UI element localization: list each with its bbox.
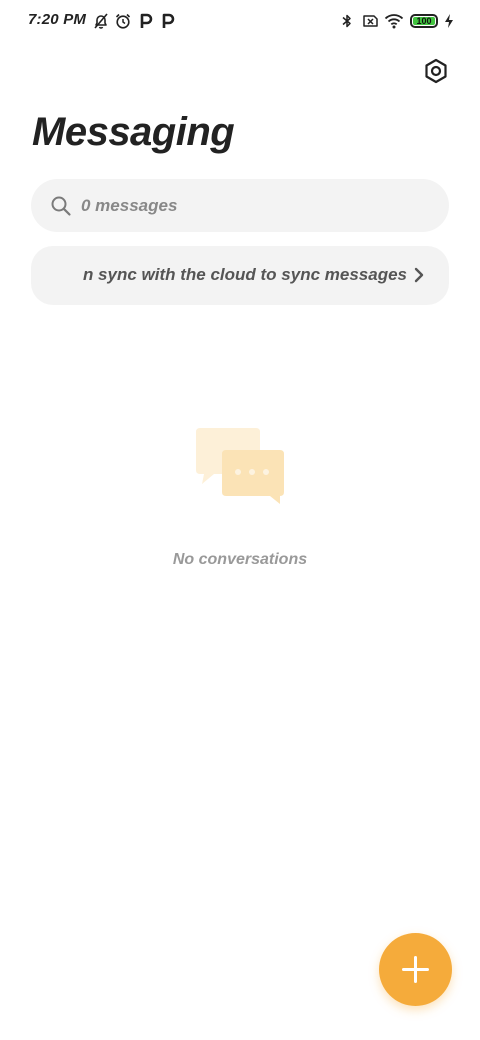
parking-icon bbox=[137, 12, 155, 30]
battery-level: 100 bbox=[416, 16, 432, 26]
messaging-screen: 7:20 PM 100 Messaging 0 messages n sync … bbox=[0, 0, 480, 1040]
wifi-icon bbox=[384, 12, 404, 30]
sync-text-fade bbox=[55, 246, 77, 305]
no-sim-icon bbox=[361, 12, 379, 30]
settings-hexagon-icon bbox=[425, 58, 447, 84]
empty-state-text: No conversations bbox=[172, 551, 308, 568]
bluetooth-icon bbox=[338, 12, 356, 30]
muted-bell-icon bbox=[92, 12, 110, 30]
battery-icon: 100 bbox=[410, 14, 438, 28]
plus-icon bbox=[402, 956, 429, 983]
alarm-clock-icon bbox=[114, 12, 132, 30]
page-title: Messaging bbox=[32, 110, 235, 154]
parking-icon bbox=[159, 12, 177, 30]
charging-bolt-icon bbox=[443, 12, 455, 30]
sync-banner[interactable]: n sync with the cloud to sync messages bbox=[31, 246, 449, 305]
search-icon bbox=[50, 195, 72, 217]
settings-button[interactable] bbox=[420, 55, 452, 87]
status-bar: 7:20 PM 100 bbox=[0, 0, 480, 44]
chat-bubbles-icon bbox=[196, 426, 286, 506]
status-time: 7:20 PM bbox=[28, 11, 87, 28]
new-conversation-button[interactable] bbox=[379, 933, 452, 1006]
chevron-right-icon bbox=[411, 266, 427, 284]
search-input[interactable] bbox=[81, 179, 421, 232]
search-bar[interactable] bbox=[31, 179, 449, 232]
sync-banner-text: n sync with the cloud to sync messages bbox=[82, 265, 407, 284]
sync-text-container: n sync with the cloud to sync messages bbox=[55, 246, 410, 305]
